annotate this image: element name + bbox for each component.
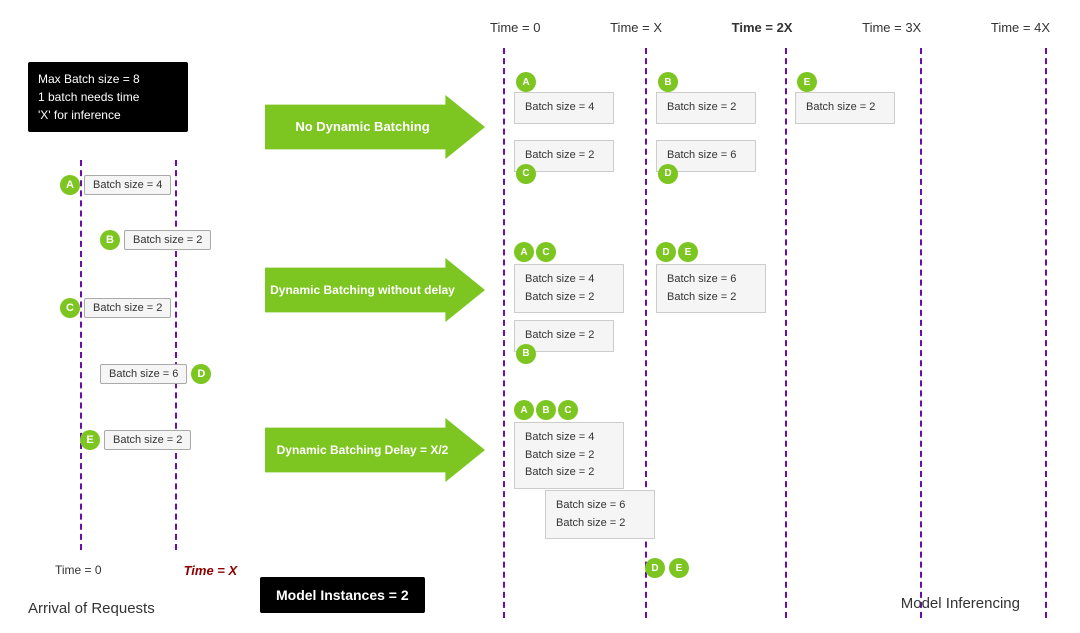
dd-row-abc3: Batch size = 2 <box>525 464 613 482</box>
inf-circle-dd-d-bottom: D <box>645 558 665 578</box>
inf-circle-dnd-e: E <box>678 242 698 262</box>
main-container: Time = 0 Time = X Time = 2X Time = 3X Ti… <box>0 0 1080 633</box>
model-instances-label: Model Instances = 2 <box>276 587 409 603</box>
nd-group-b-wrapper: B Batch size = 2 <box>656 82 756 124</box>
dd-group-de: Batch size = 6 Batch size = 2 <box>545 490 655 539</box>
dd-group-abc-wrapper: A B C Batch size = 4 Batch size = 2 Batc… <box>514 400 624 489</box>
inf-circle-dnd-a: A <box>514 242 534 262</box>
circle-d: D <box>191 364 211 384</box>
dd-group-abc: Batch size = 4 Batch size = 2 Batch size… <box>514 422 624 489</box>
arrival-item-c: C Batch size = 2 <box>60 298 171 318</box>
nd-row-b: Batch size = 2 <box>667 99 745 117</box>
arrival-time-0: Time = 0 <box>55 563 102 578</box>
model-inferencing-label: Model Inferencing <box>901 595 1020 612</box>
arrow-no-dynamic: No Dynamic Batching <box>265 95 485 159</box>
inf-circle-dd-a: A <box>514 400 534 420</box>
dd-circles-abc: A B C <box>514 400 624 420</box>
inf-circle-dnd-c: C <box>536 242 556 262</box>
inf-dashed-t0 <box>503 48 505 618</box>
dnd-row-de2: Batch size = 2 <box>667 289 755 307</box>
arrow-dynamic-delay: Dynamic Batching Delay = X/2 <box>265 418 485 482</box>
nd-group-d-wrapper: Batch size = 6 D <box>656 140 756 172</box>
arrow-dynamic-no-delay-label: Dynamic Batching without delay <box>270 282 455 299</box>
dnd-group-de-wrapper: D E Batch size = 6 Batch size = 2 <box>656 242 766 313</box>
inf-circle-dd-b: B <box>536 400 556 420</box>
model-inferencing-wrapper: Model Inferencing <box>901 595 1020 613</box>
info-box: Max Batch size = 8 1 batch needs time 'X… <box>28 62 188 132</box>
dashed-line-timeX-left <box>175 160 177 550</box>
circle-a: A <box>60 175 80 195</box>
dashed-line-time0-left <box>80 160 82 550</box>
dnd-group-ac-wrapper: A C Batch size = 4 Batch size = 2 <box>514 242 624 313</box>
arrival-item-d: Batch size = 6 D <box>100 364 211 384</box>
batch-box-a: Batch size = 4 <box>84 175 171 195</box>
dnd-row-de1: Batch size = 6 <box>667 271 755 289</box>
batch-box-e: Batch size = 2 <box>104 430 191 450</box>
arrow-dynamic-no-delay: Dynamic Batching without delay <box>265 258 485 322</box>
batch-box-c: Batch size = 2 <box>84 298 171 318</box>
arrival-label-text: Arrival of Requests <box>28 600 155 617</box>
dnd-row-ac1: Batch size = 4 <box>525 271 613 289</box>
batch-box-d: Batch size = 6 <box>100 364 187 384</box>
time-label-2x: Time = 2X <box>732 20 793 35</box>
inf-circle-dd-e-bottom: E <box>669 558 689 578</box>
dnd-group-de: Batch size = 6 Batch size = 2 <box>656 264 766 313</box>
time-labels-row: Time = 0 Time = X Time = 2X Time = 3X Ti… <box>490 20 1050 35</box>
inf-dashed-t4x <box>1045 48 1047 618</box>
inf-circle-dnd-d: D <box>656 242 676 262</box>
nd-group-c-wrapper: Batch size = 2 C <box>514 140 614 172</box>
nd-row-c: Batch size = 2 <box>525 147 603 165</box>
arrival-time-labels: Time = 0 Time = X <box>55 563 237 578</box>
dd-de-circles-bottom: D E <box>645 558 689 578</box>
time-label-3x: Time = 3X <box>862 20 921 35</box>
time-label-4x: Time = 4X <box>991 20 1050 35</box>
dnd-circles-de: D E <box>656 242 766 262</box>
inf-circle-nd-d: D <box>658 164 678 184</box>
nd-row-e: Batch size = 2 <box>806 99 884 117</box>
model-instances-box: Model Instances = 2 <box>260 577 425 613</box>
arrival-item-b: B Batch size = 2 <box>100 230 211 250</box>
nd-group-a-wrapper: A Batch size = 4 <box>514 82 614 124</box>
arrival-time-x: Time = X <box>184 563 238 578</box>
dd-row-abc2: Batch size = 2 <box>525 447 613 465</box>
time-label-0: Time = 0 <box>490 20 540 35</box>
inf-circle-dnd-b: B <box>516 344 536 364</box>
dnd-row-b: Batch size = 2 <box>525 327 603 345</box>
inf-circle-nd-e: E <box>797 72 817 92</box>
dd-row-de2: Batch size = 2 <box>556 515 644 533</box>
inf-circle-dd-c: C <box>558 400 578 420</box>
inf-circle-nd-a: A <box>516 72 536 92</box>
arrival-item-e: E Batch size = 2 <box>80 430 191 450</box>
batch-box-b: Batch size = 2 <box>124 230 211 250</box>
inf-dashed-t3x <box>920 48 922 618</box>
dnd-group-b-wrapper: Batch size = 2 B <box>514 320 614 352</box>
nd-group-e-wrapper: E Batch size = 2 <box>795 82 895 124</box>
arrival-label: Arrival of Requests <box>28 600 155 618</box>
info-line2: 1 batch needs time <box>38 90 139 104</box>
dd-group-de-wrapper: Batch size = 6 Batch size = 2 <box>545 490 655 539</box>
nd-row-a: Batch size = 4 <box>525 99 603 117</box>
nd-group-b: Batch size = 2 <box>656 92 756 124</box>
inf-circle-nd-c: C <box>516 164 536 184</box>
circle-b: B <box>100 230 120 250</box>
info-line1: Max Batch size = 8 <box>38 72 140 86</box>
dnd-circles-ac: A C <box>514 242 624 262</box>
time-label-x: Time = X <box>610 20 662 35</box>
dd-row-abc1: Batch size = 4 <box>525 429 613 447</box>
nd-row-d: Batch size = 6 <box>667 147 745 165</box>
dd-row-de1: Batch size = 6 <box>556 497 644 515</box>
dnd-group-ac: Batch size = 4 Batch size = 2 <box>514 264 624 313</box>
nd-group-a: Batch size = 4 <box>514 92 614 124</box>
arrow-no-dynamic-label: No Dynamic Batching <box>295 118 429 136</box>
info-line3: 'X' for inference <box>38 108 121 122</box>
arrival-item-a: A Batch size = 4 <box>60 175 171 195</box>
circle-e: E <box>80 430 100 450</box>
nd-group-e: Batch size = 2 <box>795 92 895 124</box>
dnd-row-ac2: Batch size = 2 <box>525 289 613 307</box>
inf-dashed-t2x <box>785 48 787 618</box>
inf-circle-nd-b: B <box>658 72 678 92</box>
arrow-dynamic-delay-label: Dynamic Batching Delay = X/2 <box>277 442 449 459</box>
circle-c: C <box>60 298 80 318</box>
